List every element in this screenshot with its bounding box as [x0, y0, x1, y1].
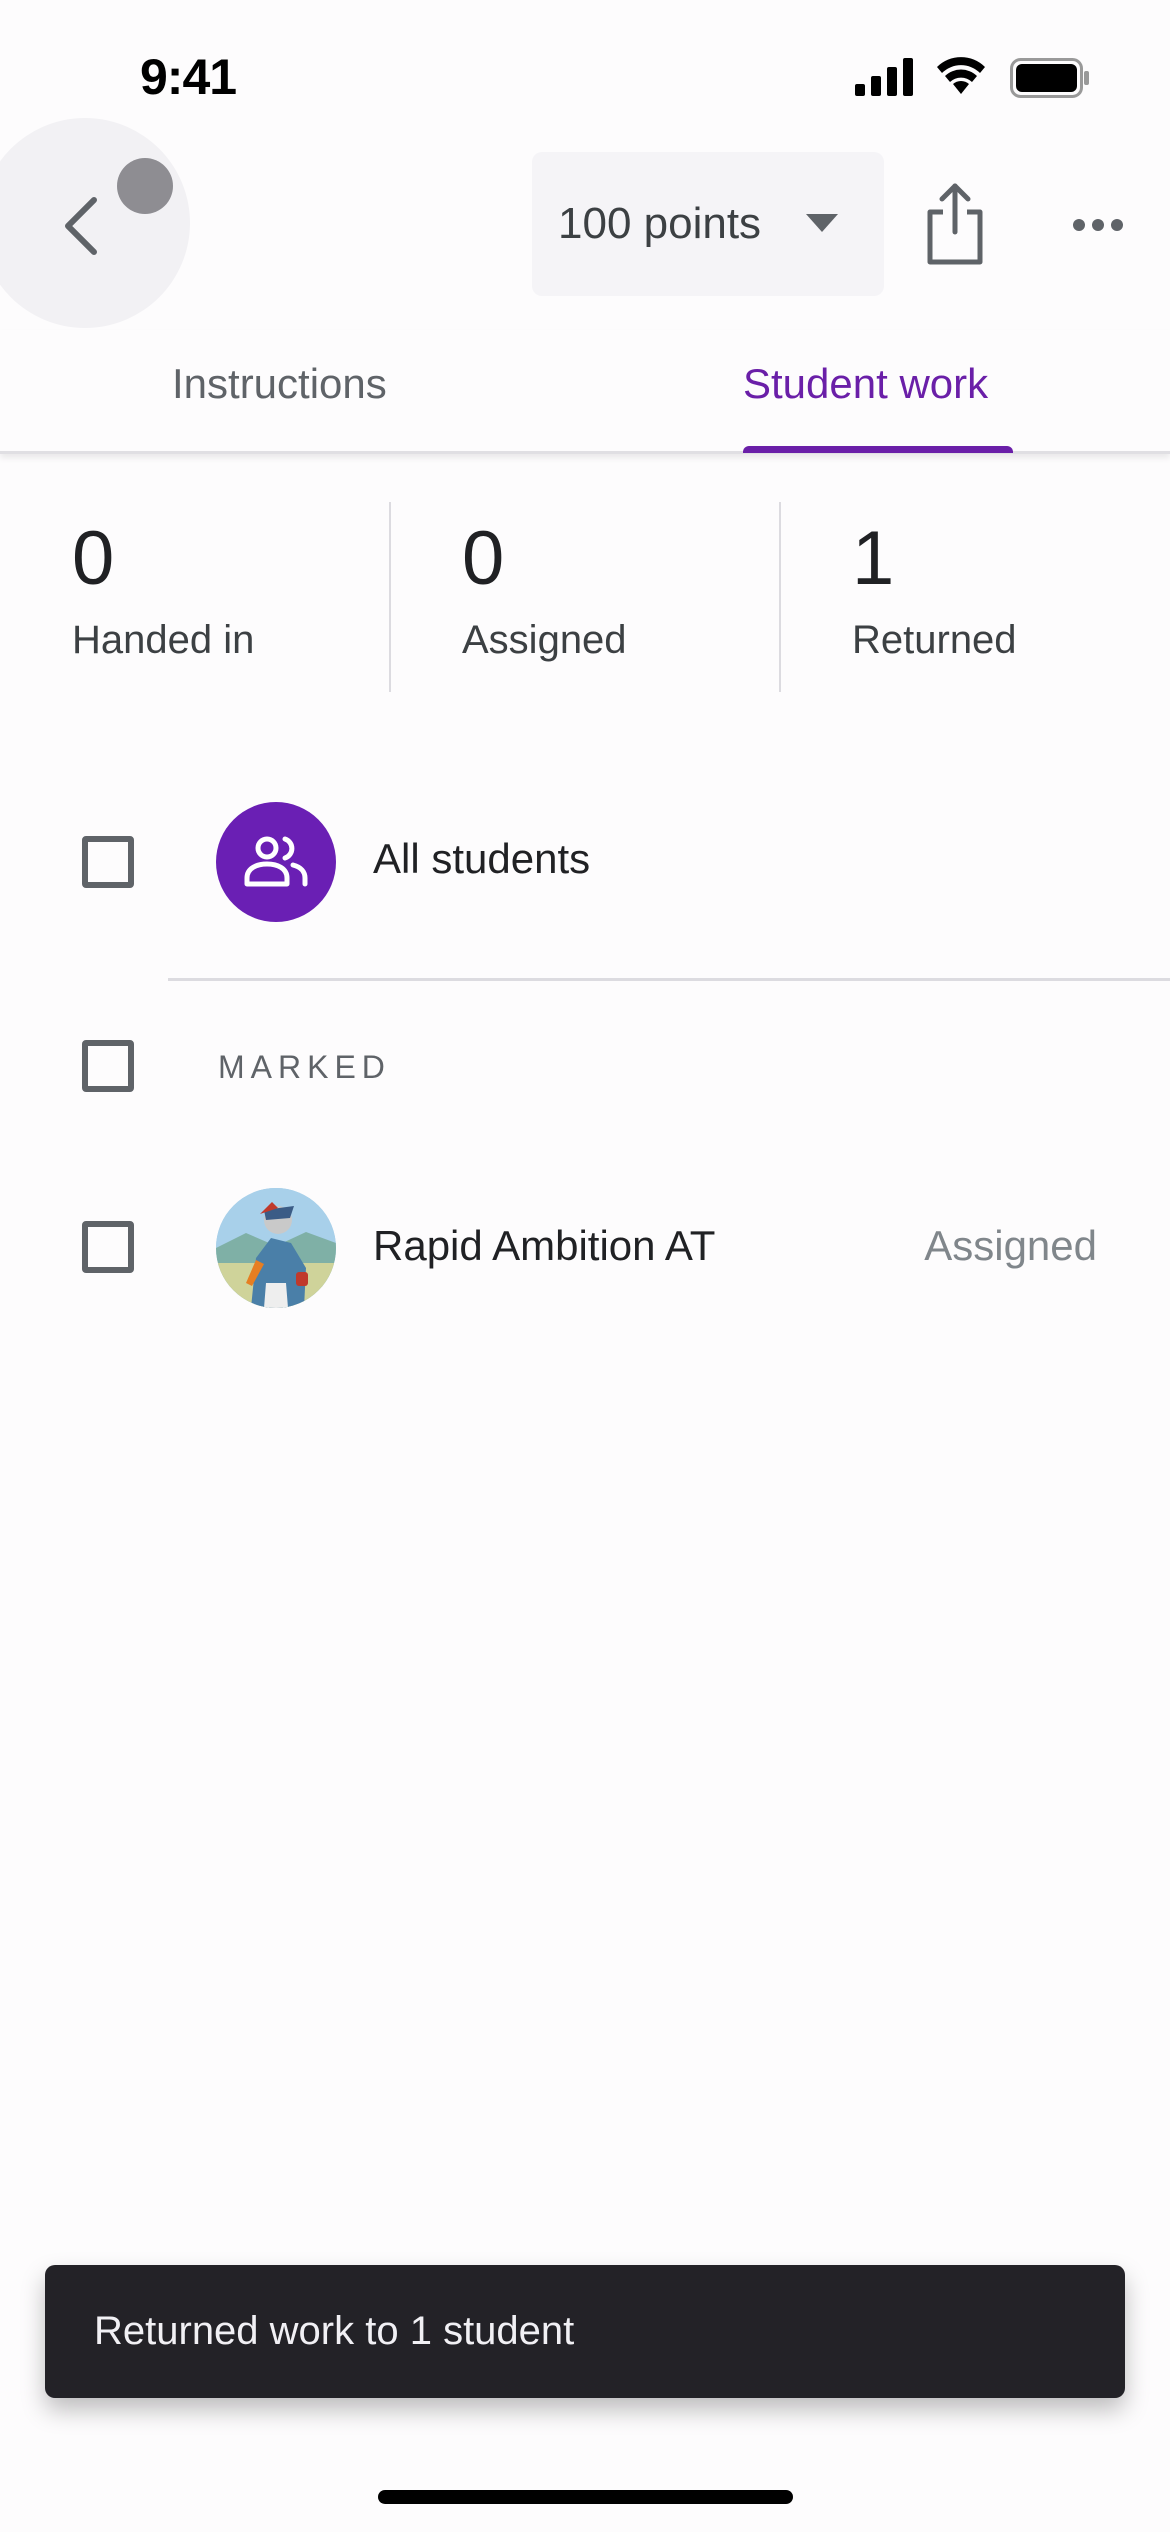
caret-down-icon: [806, 214, 838, 232]
stat-assigned[interactable]: 0 Assigned: [390, 500, 780, 695]
battery-icon: [1010, 58, 1089, 98]
stat-value: 1: [852, 516, 895, 601]
tab-instructions[interactable]: Instructions: [172, 360, 387, 408]
tab-bar: Instructions Student work: [0, 330, 1170, 454]
status-time: 9:41: [140, 49, 237, 105]
all-students-label[interactable]: All students: [373, 835, 590, 883]
marked-section-checkbox[interactable]: [82, 1040, 134, 1092]
cellular-signal-icon: [855, 58, 913, 96]
dot-icon: [1092, 219, 1104, 231]
student-checkbox[interactable]: [82, 1221, 134, 1273]
points-value: 100 points: [558, 199, 762, 248]
section-label-marked: MARKED: [218, 1049, 391, 1085]
all-students-checkbox[interactable]: [82, 836, 134, 888]
group-avatar: [216, 802, 336, 922]
home-indicator[interactable]: [378, 2490, 793, 2504]
more-options-button[interactable]: [1060, 200, 1136, 250]
student-avatar: [216, 1188, 336, 1308]
student-name[interactable]: Rapid Ambition AT: [373, 1222, 715, 1270]
stat-label: Handed in: [72, 618, 255, 662]
dot-icon: [1073, 219, 1085, 231]
share-icon[interactable]: [920, 180, 990, 270]
stat-handed-in[interactable]: 0 Handed in: [0, 500, 390, 695]
active-tab-indicator: [743, 446, 1013, 453]
wifi-icon: [937, 57, 985, 94]
stat-label: Assigned: [462, 618, 627, 662]
stat-value: 0: [462, 516, 505, 601]
touch-indicator: [117, 158, 173, 214]
stat-value: 0: [72, 516, 115, 601]
tab-student-work[interactable]: Student work: [743, 360, 988, 408]
divider: [168, 978, 1170, 981]
stat-label: Returned: [852, 618, 1017, 662]
student-status: Assigned: [924, 1222, 1097, 1269]
people-icon: [244, 836, 308, 887]
back-button[interactable]: [0, 118, 190, 328]
points-dropdown[interactable]: 100 points: [532, 152, 884, 296]
dot-icon: [1111, 219, 1123, 231]
stat-returned[interactable]: 1 Returned: [780, 500, 1170, 695]
snackbar: Returned work to 1 student: [45, 2265, 1125, 2398]
chevron-left-icon: [65, 197, 97, 255]
snackbar-message: Returned work to 1 student: [94, 2309, 575, 2353]
